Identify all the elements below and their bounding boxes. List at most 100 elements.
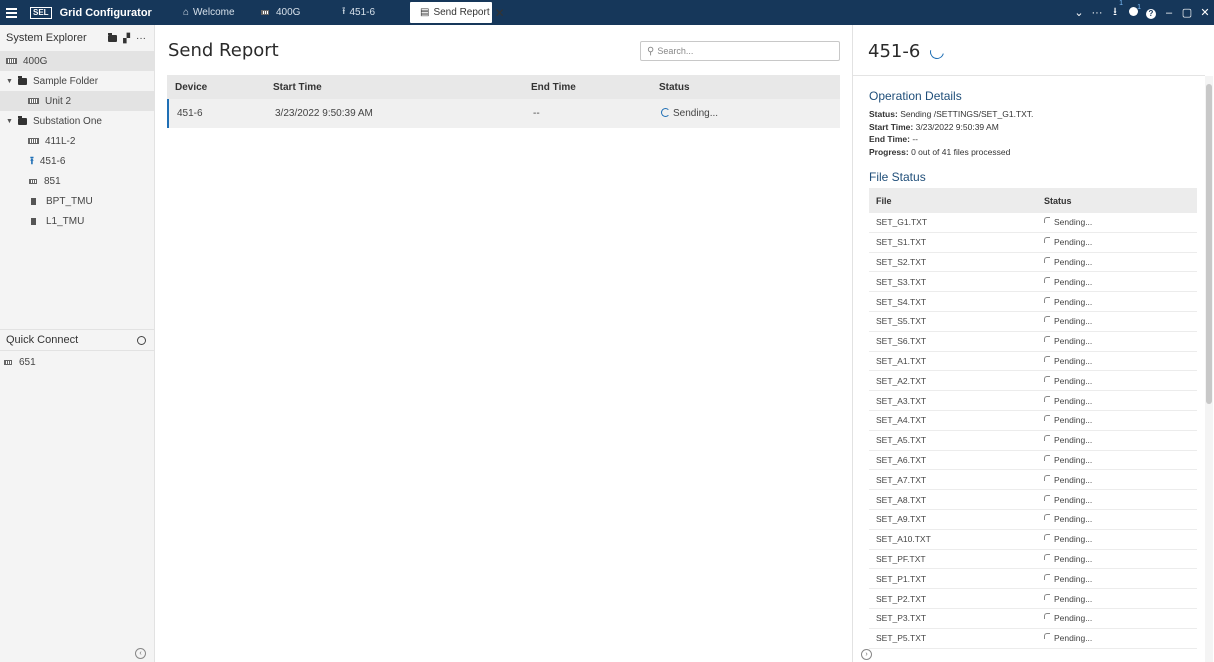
details-scrollbar[interactable] [1205, 76, 1213, 662]
file-row[interactable]: SET_S4.TXT Pending... [869, 292, 1197, 312]
file-row[interactable]: SET_A6.TXT Pending... [869, 451, 1197, 471]
scrollbar-thumb[interactable] [1206, 84, 1212, 404]
file-status: Pending... [1044, 395, 1197, 406]
tree-item-400g[interactable]: 400G [0, 51, 154, 71]
file-row[interactable]: SET_S3.TXT Pending... [869, 272, 1197, 293]
page-title: Send Report [168, 40, 279, 61]
file-row[interactable]: SET_S1.TXT Pending... [869, 233, 1197, 253]
close-tab-icon[interactable]: ✕ [495, 6, 505, 20]
column-header-file[interactable]: File [869, 196, 1044, 206]
caret-down-icon[interactable]: ▼ [6, 78, 14, 85]
file-row[interactable]: SET_S5.TXT Pending... [869, 312, 1197, 332]
file-row[interactable]: SET_P3.TXT Pending... [869, 609, 1197, 629]
tmu-icon [31, 217, 36, 225]
system-explorer-title: System Explorer [6, 32, 87, 44]
more-icon[interactable]: ··· [136, 33, 146, 44]
file-row[interactable]: SET_A1.TXT Pending... [869, 352, 1197, 372]
cell-start-time: 3/23/2022 9:50:39 AM [275, 108, 373, 119]
status-icon[interactable]: 1 [1124, 4, 1142, 19]
tree-item-851[interactable]: 851 [0, 171, 154, 191]
tab-451-6[interactable]: ⭱ 451-6 [332, 2, 410, 23]
tab-welcome[interactable]: ⌂ Welcome [173, 2, 251, 23]
new-folder-icon[interactable] [108, 32, 118, 42]
column-header-end-time[interactable]: End Time [531, 82, 659, 93]
tree-item-411l-2[interactable]: 411L-2 [0, 131, 154, 151]
file-row[interactable]: SET_P1.TXT Pending... [869, 569, 1197, 590]
file-status: Pending... [1044, 296, 1197, 307]
file-row[interactable]: SET_A10.TXT Pending... [869, 530, 1197, 550]
send-report-view: Send Report ⚲ Search... Device Start Tim… [156, 25, 852, 662]
network-icon[interactable]: ▞ [123, 33, 130, 44]
quick-connect-item-651[interactable]: 651 [0, 351, 155, 373]
file-row[interactable]: SET_P5.TXT Pending... [869, 629, 1197, 649]
file-name: SET_S6.TXT [876, 336, 927, 347]
file-status: Pending... [1044, 593, 1197, 604]
spinner-icon [1044, 415, 1050, 422]
file-row[interactable]: SET_A3.TXT Pending... [869, 391, 1197, 411]
tree-item-unit-2[interactable]: Unit 2 [0, 91, 154, 111]
spinner-icon [1044, 217, 1050, 224]
file-row[interactable]: SET_G1.TXT Sending... [869, 213, 1197, 233]
column-header-device[interactable]: Device [167, 82, 273, 93]
spinner-icon [1044, 633, 1050, 640]
download-icon[interactable]: ⭳ 1 [1106, 0, 1124, 22]
file-status: Pending... [1044, 415, 1197, 425]
quick-connect-label: 651 [19, 356, 36, 368]
file-row[interactable]: SET_A5.TXT Pending... [869, 431, 1197, 451]
minimize-button[interactable]: – [1160, 7, 1178, 19]
tree-item-substation-one[interactable]: ▼ Substation One [0, 111, 154, 131]
search-input[interactable]: ⚲ Search... [640, 41, 840, 61]
system-explorer-sidebar: System Explorer ▞ ··· 400G ▼ Sample Fold… [0, 25, 155, 662]
spinner-icon [1044, 454, 1050, 461]
file-status: Pending... [1044, 534, 1197, 544]
tree-item-l1-tmu[interactable]: L1_TMU [0, 211, 154, 231]
file-status-text: Pending... [1054, 375, 1093, 386]
chevron-down-icon[interactable]: ⌄ [1070, 6, 1088, 19]
help-icon[interactable]: ? [1142, 7, 1160, 19]
table-header: Device Start Time End Time Status [167, 75, 840, 99]
file-status: Pending... [1044, 375, 1197, 386]
file-row[interactable]: SET_A8.TXT Pending... [869, 490, 1197, 510]
table-row[interactable]: 451-6 3/23/2022 9:50:39 AM -- Sending... [167, 99, 840, 128]
globe-icon[interactable] [137, 335, 146, 345]
more-icon[interactable]: ··· [1088, 7, 1106, 19]
end-time-value: -- [912, 134, 918, 144]
progress-label: Progress: [869, 146, 909, 157]
file-row[interactable]: SET_PF.TXT Pending... [869, 550, 1197, 570]
column-header-file-status[interactable]: Status [1044, 196, 1197, 206]
notification-badge: 1 [1119, 0, 1123, 7]
tree-item-451-6[interactable]: ⭱ 451-6 [0, 151, 154, 171]
file-status-text: Pending... [1054, 573, 1093, 584]
maximize-button[interactable]: ▢ [1178, 6, 1196, 19]
tab-400g[interactable]: 400G [251, 2, 332, 23]
menu-button[interactable] [0, 0, 22, 25]
sel-logo: SEL [30, 6, 52, 19]
file-status: Pending... [1044, 454, 1197, 465]
file-status: Pending... [1044, 633, 1197, 643]
caret-down-icon[interactable]: ▼ [6, 118, 14, 125]
file-name: SET_S5.TXT [876, 316, 927, 327]
file-row[interactable]: SET_S2.TXT Pending... [869, 253, 1197, 273]
file-row[interactable]: SET_A9.TXT Pending... [869, 510, 1197, 530]
spinner-icon [927, 41, 947, 62]
device-icon [261, 10, 269, 15]
collapse-sidebar-button[interactable]: ‹ [135, 648, 146, 659]
collapse-details-button[interactable]: › [861, 649, 872, 660]
file-status: Pending... [1044, 435, 1197, 445]
tree-item-bpt-tmu[interactable]: BPT_TMU [0, 191, 154, 211]
file-row[interactable]: SET_A4.TXT Pending... [869, 411, 1197, 431]
upload-icon: ⭱ [30, 154, 34, 167]
file-row[interactable]: SET_A2.TXT Pending... [869, 371, 1197, 392]
spinner-icon [1044, 593, 1050, 600]
tree-item-sample-folder[interactable]: ▼ Sample Folder [0, 71, 154, 91]
file-row[interactable]: SET_P2.TXT Pending... [869, 589, 1197, 609]
file-row[interactable]: SET_S6.TXT Pending... [869, 332, 1197, 352]
file-row[interactable]: SET_A7.TXT Pending... [869, 470, 1197, 491]
tab-label: Welcome [193, 7, 235, 18]
column-header-status[interactable]: Status [659, 82, 840, 93]
tmu-icon [31, 197, 36, 205]
column-header-start-time[interactable]: Start Time [273, 82, 531, 93]
close-window-button[interactable]: ✕ [1196, 6, 1214, 19]
tab-send-report[interactable]: ▤ Send Report ✕ [410, 2, 505, 23]
app-brand: SEL Grid Configurator [22, 0, 155, 25]
